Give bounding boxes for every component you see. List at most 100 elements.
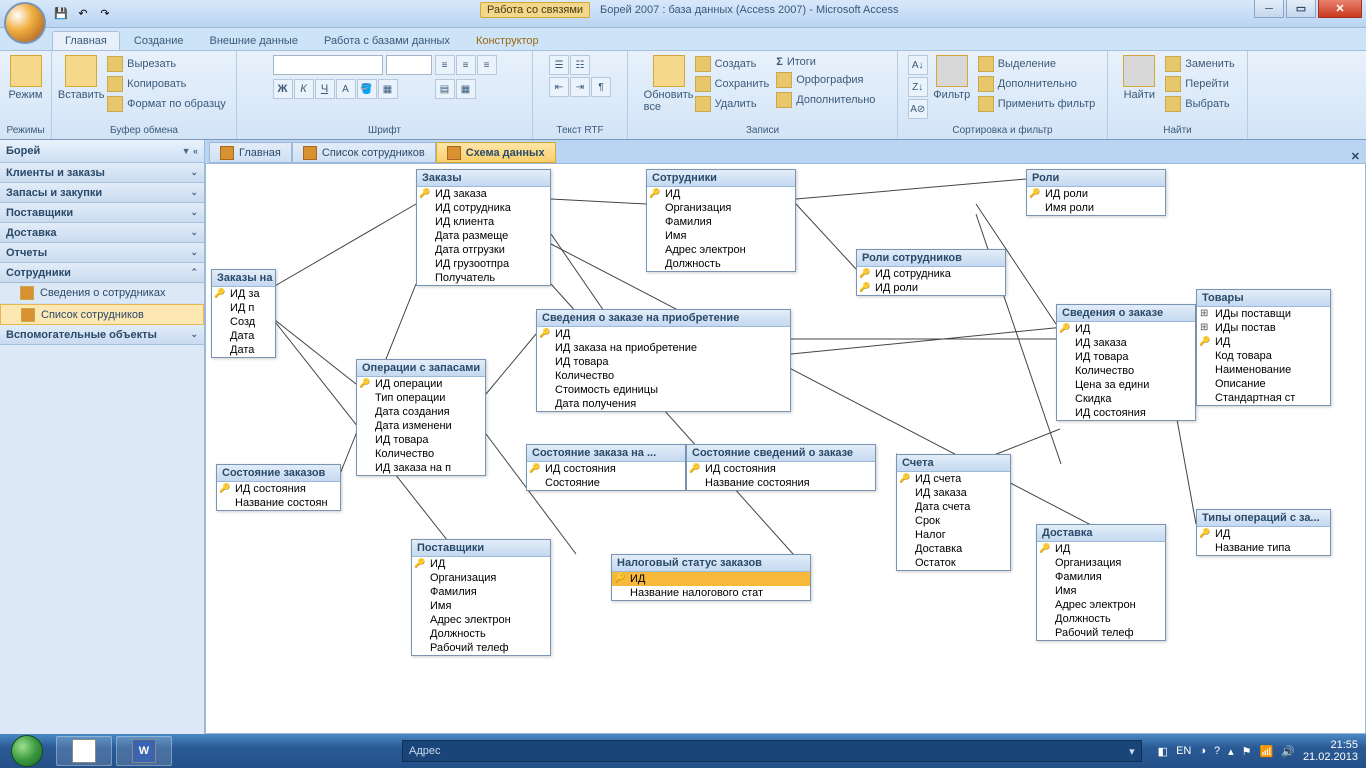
table-header[interactable]: Поставщики: [412, 540, 550, 557]
table-roli[interactable]: РолиИД ролиИмя роли: [1026, 169, 1166, 216]
tray-icon[interactable]: ◑: [1199, 745, 1206, 757]
format-painter-button[interactable]: Формат по образцу: [105, 95, 228, 113]
nav-item-selected[interactable]: Список сотрудников: [0, 304, 204, 325]
table-header[interactable]: Состояние заказа на ...: [527, 445, 685, 462]
table-zakazy[interactable]: ЗаказыИД заказаИД сотрудникаИД клиентаДа…: [416, 169, 551, 286]
table-header[interactable]: Сведения о заказе: [1057, 305, 1195, 322]
table-roli_sotr[interactable]: Роли сотрудниковИД сотрудникаИД роли: [856, 249, 1006, 296]
table-field[interactable]: Скидка: [1057, 392, 1195, 406]
table-field[interactable]: Стандартная ст: [1197, 391, 1330, 405]
table-field[interactable]: ИД роли: [1027, 187, 1165, 201]
more-button[interactable]: Дополнительно: [774, 91, 877, 109]
table-field[interactable]: ИД товара: [1057, 350, 1195, 364]
paste-button[interactable]: Вставить: [60, 55, 102, 101]
nav-category[interactable]: Клиенты и заказы⌄: [0, 163, 204, 183]
table-field[interactable]: Цена за едини: [1057, 378, 1195, 392]
table-field[interactable]: ИД: [412, 557, 550, 571]
toggle-filter-button[interactable]: Применить фильтр: [976, 95, 1098, 113]
nav-title[interactable]: Борей▼ «: [0, 140, 204, 163]
nav-category[interactable]: Поставщики⌄: [0, 203, 204, 223]
help-icon[interactable]: ?: [1214, 745, 1220, 757]
table-field[interactable]: ИД: [1037, 542, 1165, 556]
table-field[interactable]: Стоимость единицы: [537, 383, 790, 397]
table-field[interactable]: Количество: [537, 369, 790, 383]
table-field[interactable]: ИД счета: [897, 472, 1010, 486]
table-sost_sved[interactable]: Состояние сведений о заказеИД состоянияН…: [686, 444, 876, 491]
tab-home[interactable]: Главная: [52, 31, 120, 50]
nav-category[interactable]: Отчеты⌄: [0, 243, 204, 263]
table-field[interactable]: Количество: [1057, 364, 1195, 378]
select-button[interactable]: Выбрать: [1163, 95, 1236, 113]
filter-button[interactable]: Фильтр: [931, 55, 973, 101]
italic-button[interactable]: К: [294, 79, 314, 99]
table-header[interactable]: Налоговый статус заказов: [612, 555, 810, 572]
table-field[interactable]: ИД роли: [857, 281, 1005, 295]
table-sost_zak_na[interactable]: Состояние заказа на ...ИД состоянияСосто…: [526, 444, 686, 491]
maximize-button[interactable]: ▭: [1286, 0, 1316, 18]
table-field[interactable]: ИД состояния: [1057, 406, 1195, 420]
sort-desc-button[interactable]: Z↓: [908, 77, 928, 97]
align-center-button[interactable]: ≡: [456, 55, 476, 75]
table-header[interactable]: Роли сотрудников: [857, 250, 1005, 267]
table-sotrudniki[interactable]: СотрудникиИДОрганизацияФамилияИмяАдрес э…: [646, 169, 796, 272]
table-field[interactable]: Фамилия: [412, 585, 550, 599]
doc-tab-active[interactable]: Схема данных: [436, 142, 556, 163]
table-field[interactable]: Название типа: [1197, 541, 1330, 555]
table-field[interactable]: Имя: [647, 229, 795, 243]
table-header[interactable]: Товары: [1197, 290, 1330, 307]
totals-button[interactable]: ΣИтоги: [774, 55, 877, 69]
table-field[interactable]: Имя: [1037, 584, 1165, 598]
table-zakazy_na[interactable]: Заказы на ...ИД заИД пСоздДатаДата: [211, 269, 276, 358]
close-button[interactable]: ✕: [1318, 0, 1362, 18]
view-button[interactable]: Режим: [5, 55, 47, 101]
close-tab-button[interactable]: ✕: [1345, 150, 1366, 163]
nav-category[interactable]: Запасы и закупки⌄: [0, 183, 204, 203]
table-field[interactable]: Рабочий телеф: [1037, 626, 1165, 640]
table-field[interactable]: ИД товара: [357, 433, 485, 447]
table-tipy_oper[interactable]: Типы операций с за...ИДНазвание типа: [1196, 509, 1331, 556]
new-button[interactable]: Создать: [693, 55, 772, 73]
table-field[interactable]: Дата получения: [537, 397, 790, 411]
table-field[interactable]: Должность: [412, 627, 550, 641]
nav-item[interactable]: Сведения о сотрудниках: [0, 283, 204, 304]
table-field[interactable]: ИД: [537, 327, 790, 341]
table-field[interactable]: Фамилия: [647, 215, 795, 229]
table-field[interactable]: ИД: [1197, 335, 1330, 349]
table-field[interactable]: Адрес электрон: [412, 613, 550, 627]
table-field[interactable]: ИД заказа: [417, 187, 550, 201]
font-family-select[interactable]: [273, 55, 383, 75]
clock[interactable]: 21:5521.02.2013: [1303, 739, 1358, 763]
sort-asc-button[interactable]: A↓: [908, 55, 928, 75]
table-field[interactable]: ИД состояния: [217, 482, 340, 496]
cut-button[interactable]: Вырезать: [105, 55, 228, 73]
table-field[interactable]: Название налогового стат: [612, 586, 810, 600]
table-field[interactable]: Имя роли: [1027, 201, 1165, 215]
save-button[interactable]: Сохранить: [693, 75, 772, 93]
table-field[interactable]: Количество: [357, 447, 485, 461]
underline-button[interactable]: Ч: [315, 79, 335, 99]
delete-button[interactable]: Удалить: [693, 95, 772, 113]
table-field[interactable]: ИД: [1057, 322, 1195, 336]
table-header[interactable]: Счета: [897, 455, 1010, 472]
gridlines-button[interactable]: ▦: [378, 79, 398, 99]
copy-button[interactable]: Копировать: [105, 75, 228, 93]
table-field[interactable]: Адрес электрон: [1037, 598, 1165, 612]
table-field[interactable]: ИД сотрудника: [857, 267, 1005, 281]
table-header[interactable]: Типы операций с за...: [1197, 510, 1330, 527]
table-tovary[interactable]: ТоварыИДы поставщиИДы поставИДКод товара…: [1196, 289, 1331, 406]
table-field[interactable]: ИД состояния: [687, 462, 875, 476]
table-field[interactable]: Рабочий телеф: [412, 641, 550, 655]
address-bar[interactable]: Адрес▾: [402, 740, 1142, 762]
task-explorer[interactable]: [56, 736, 112, 766]
table-nalog[interactable]: Налоговый статус заказовИДНазвание налог…: [611, 554, 811, 601]
table-field[interactable]: Фамилия: [1037, 570, 1165, 584]
table-field[interactable]: Имя: [412, 599, 550, 613]
table-dostavka[interactable]: ДоставкаИДОрганизацияФамилияИмяАдрес эле…: [1036, 524, 1166, 641]
table-field[interactable]: ИД грузоотпра: [417, 257, 550, 271]
table-operacii[interactable]: Операции с запасамиИД операцииТип операц…: [356, 359, 486, 476]
table-field[interactable]: ИД заказа: [897, 486, 1010, 500]
clear-sort-button[interactable]: A⊘: [908, 99, 928, 119]
table-field[interactable]: Дата создания: [357, 405, 485, 419]
table-field[interactable]: Организация: [412, 571, 550, 585]
table-field[interactable]: ИД: [647, 187, 795, 201]
